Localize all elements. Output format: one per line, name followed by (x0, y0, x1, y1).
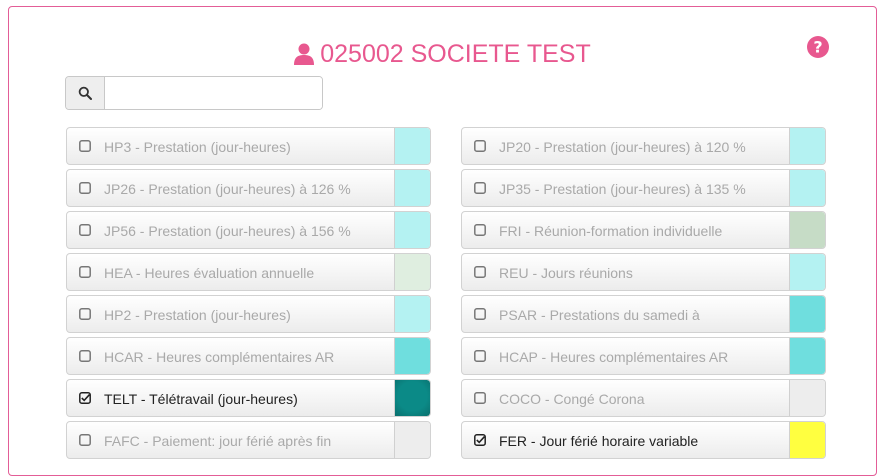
checkbox-icon[interactable] (474, 224, 486, 236)
list-item-label: HCAP - Heures complémentaires AR (499, 349, 729, 365)
list-item[interactable]: PSAR - Prestations du samedi à (461, 295, 826, 333)
checkbox-icon[interactable] (79, 182, 91, 194)
list-item-label: COCO - Congé Corona (499, 391, 645, 407)
checkbox-icon[interactable] (474, 182, 486, 194)
checkbox-icon[interactable] (79, 434, 91, 446)
search-button[interactable] (66, 77, 105, 109)
color-swatch (789, 254, 825, 290)
list-item-label: FER - Jour férié horaire variable (499, 433, 699, 449)
color-swatch (789, 128, 825, 164)
list-item-label: JP20 - Prestation (jour-heures) à 120 % (499, 139, 746, 155)
checkbox-checked-icon[interactable] (79, 392, 91, 404)
color-swatch (394, 212, 430, 248)
color-swatch (789, 422, 825, 458)
color-swatch (789, 380, 825, 416)
search-box (65, 76, 323, 110)
list-item-label: PSAR - Prestations du samedi à (499, 307, 700, 323)
list-item[interactable]: HP2 - Prestation (jour-heures) (66, 295, 431, 333)
list-item[interactable]: HCAP - Heures complémentaires AR (461, 337, 826, 375)
checkbox-icon[interactable] (79, 266, 91, 278)
list-item-label: HP2 - Prestation (jour-heures) (104, 307, 291, 323)
company-name: 025002 SOCIETE TEST (320, 40, 591, 68)
list-item[interactable]: FER - Jour férié horaire variable (461, 421, 826, 459)
list-item[interactable]: COCO - Congé Corona (461, 379, 826, 417)
right-column: JP20 - Prestation (jour-heures) à 120 % J… (461, 127, 826, 463)
checkbox-icon[interactable] (79, 350, 91, 362)
color-swatch (789, 170, 825, 206)
list-item[interactable]: REU - Jours réunions (461, 253, 826, 291)
checkbox-icon[interactable] (474, 392, 486, 404)
checkbox-icon[interactable] (79, 224, 91, 236)
list-item-label: JP26 - Prestation (jour-heures) à 126 % (104, 181, 351, 197)
checkbox-icon[interactable] (474, 350, 486, 362)
list-item-label: HP3 - Prestation (jour-heures) (104, 139, 291, 155)
color-swatch (394, 296, 430, 332)
list-item[interactable]: HEA - Heures évaluation annuelle (66, 253, 431, 291)
main-panel: 025002 SOCIETE TEST ? HP3 - Prestation (… (8, 6, 877, 476)
left-column: HP3 - Prestation (jour-heures) JP26 - Pre… (66, 127, 431, 463)
search-input[interactable] (105, 77, 322, 109)
page-title: 025002 SOCIETE TEST (9, 39, 876, 69)
list-item-label: FAFC - Paiement: jour férié après fin (104, 433, 332, 449)
list-item[interactable]: HCAR - Heures complémentaires AR (66, 337, 431, 375)
list-item[interactable]: HP3 - Prestation (jour-heures) (66, 127, 431, 165)
list-item-label: REU - Jours réunions (499, 265, 633, 281)
list-item[interactable]: JP35 - Prestation (jour-heures) à 135 % (461, 169, 826, 207)
list-item-label: JP35 - Prestation (jour-heures) à 135 % (499, 181, 746, 197)
list-item-label: JP56 - Prestation (jour-heures) à 156 % (104, 223, 351, 239)
list-item-label: TELT - Télétravail (jour-heures) (104, 391, 298, 407)
list-item-label: HCAR - Heures complémentaires AR (104, 349, 335, 365)
color-swatch (394, 338, 430, 374)
svg-text:?: ? (813, 38, 822, 57)
list-item[interactable]: FAFC - Paiement: jour férié après fin (66, 421, 431, 459)
color-swatch (789, 212, 825, 248)
list-item-label: FRI - Réunion-formation individuelle (499, 223, 723, 239)
checkbox-checked-icon[interactable] (474, 434, 486, 446)
list-item[interactable]: TELT - Télétravail (jour-heures) (66, 379, 431, 417)
checkbox-icon[interactable] (79, 140, 91, 152)
checkbox-icon[interactable] (474, 140, 486, 152)
color-swatch (394, 128, 430, 164)
search-icon (78, 86, 92, 100)
list-item[interactable]: JP26 - Prestation (jour-heures) à 126 % (66, 169, 431, 207)
color-swatch (789, 338, 825, 374)
help-icon[interactable]: ? (806, 35, 830, 59)
checkbox-icon[interactable] (79, 308, 91, 320)
list-item-label: HEA - Heures évaluation annuelle (104, 265, 315, 281)
user-icon (294, 43, 315, 65)
list-item[interactable]: FRI - Réunion-formation individuelle (461, 211, 826, 249)
color-swatch (394, 422, 430, 458)
checkbox-icon[interactable] (474, 308, 486, 320)
color-swatch (789, 296, 825, 332)
checkbox-icon[interactable] (474, 266, 486, 278)
color-swatch (394, 170, 430, 206)
list-item[interactable]: JP56 - Prestation (jour-heures) à 156 % (66, 211, 431, 249)
list-item[interactable]: JP20 - Prestation (jour-heures) à 120 % (461, 127, 826, 165)
color-swatch (394, 380, 430, 416)
color-swatch (394, 254, 430, 290)
